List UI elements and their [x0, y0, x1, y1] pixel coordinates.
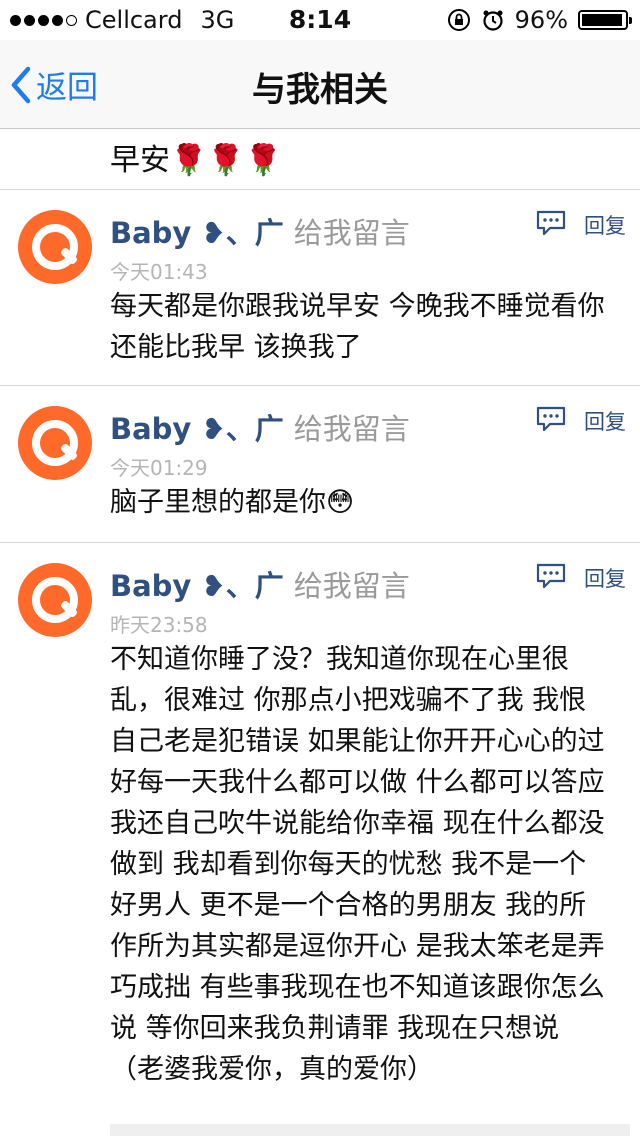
list-item[interactable]: Baby ❥、广 给我留言 今天01:29 脑子里想的都是你😳 回复: [0, 386, 640, 543]
post-body: 不知道你睡了没？我知道你现在心里很乱，很难过 你那点小把戏骗不了我 我恨自己老是…: [110, 644, 605, 1085]
timestamp: 今天01:43: [110, 260, 208, 284]
avatar[interactable]: [18, 210, 92, 284]
comment-icon[interactable]: [536, 406, 566, 432]
author-name[interactable]: Baby ❥、广: [110, 563, 284, 605]
reply-button[interactable]: 回复: [584, 406, 626, 436]
reply-button[interactable]: 回复: [584, 210, 626, 240]
next-item-preview: [110, 1124, 630, 1136]
comment-icon[interactable]: [536, 563, 566, 589]
alarm-icon: [483, 10, 503, 31]
avatar[interactable]: [18, 406, 92, 480]
timestamp: 今天01:29: [110, 456, 208, 480]
reply-button[interactable]: 回复: [584, 563, 626, 593]
rotation-lock-icon: [447, 9, 470, 31]
action-text: 给我留言: [293, 216, 410, 250]
list-item[interactable]: 早安🌹🌹🌹: [0, 129, 640, 190]
action-text: 给我留言: [293, 569, 410, 603]
page-title: 与我相关: [252, 70, 388, 110]
timestamp: 昨天23:58: [110, 613, 208, 637]
post-body: 脑子里想的都是你😳: [110, 487, 355, 518]
list-item[interactable]: Baby ❥、广 给我留言 今天01:43 每天都是你跟我说早安 今晚我不睡觉看…: [0, 190, 640, 386]
action-text: 给我留言: [293, 412, 410, 446]
avatar[interactable]: [18, 563, 92, 637]
battery-icon: [578, 10, 632, 30]
author-name[interactable]: Baby ❥、广: [110, 406, 284, 448]
status-bar: Cellcard 3G 8:14 96%: [0, 0, 640, 40]
post-body: 早安🌹🌹🌹: [110, 143, 283, 178]
navigation-bar: 返回 与我相关: [0, 40, 640, 129]
list-item[interactable]: Baby ❥、广 给我留言 昨天23:58 不知道你睡了没？我知道你现在心里很乱…: [0, 543, 640, 1136]
battery-percent: 96%: [514, 6, 568, 34]
comment-icon[interactable]: [536, 210, 566, 236]
post-body: 每天都是你跟我说早安 今晚我不睡觉看你还能比我早 该换我了: [110, 291, 605, 363]
author-name[interactable]: Baby ❥、广: [110, 210, 284, 252]
feed-list[interactable]: 早安🌹🌹🌹 Baby ❥、广 给我留言 今天01:43 每天都是你跟我说早安 今…: [0, 129, 640, 1136]
